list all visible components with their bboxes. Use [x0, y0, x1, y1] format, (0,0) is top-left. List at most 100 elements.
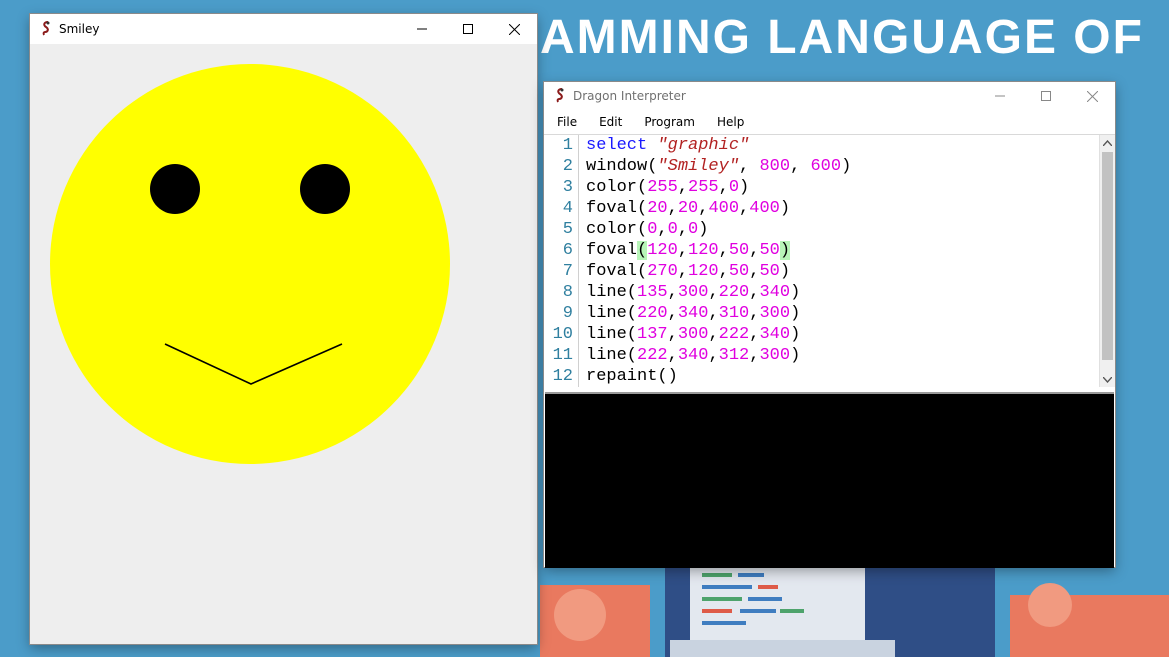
face-circle	[50, 64, 450, 464]
code-line: repaint()	[586, 366, 851, 387]
code-number: 120	[647, 241, 678, 260]
minimize-button[interactable]	[977, 82, 1023, 110]
code-number: 222	[637, 346, 668, 365]
line-number: 10	[552, 325, 573, 344]
code-number: 300	[759, 346, 791, 365]
menu-edit[interactable]: Edit	[586, 115, 631, 129]
close-icon	[1086, 90, 1098, 102]
code-number: 120	[688, 241, 719, 260]
code-number: 0	[647, 220, 658, 239]
line-number: 3	[562, 178, 573, 197]
code-number: 50	[759, 241, 780, 260]
code-line: foval(270,120,50,50)	[586, 262, 791, 281]
code-number: 400	[708, 199, 740, 218]
maximize-button[interactable]	[445, 14, 491, 44]
code-number: 50	[728, 262, 750, 281]
interpreter-titlebar[interactable]: Dragon Interpreter	[544, 82, 1115, 110]
smiley-window[interactable]: Smiley	[30, 14, 537, 644]
left-eye	[150, 164, 200, 214]
scrollbar-thumb[interactable]	[1102, 152, 1113, 360]
close-icon	[508, 23, 520, 35]
scroll-up-button[interactable]	[1100, 135, 1115, 150]
interpreter-window-title: Dragon Interpreter	[573, 89, 686, 103]
code-number: 135	[637, 283, 668, 302]
code-keyword: select	[586, 136, 648, 155]
minimize-button[interactable]	[399, 14, 445, 44]
editor-vertical-scrollbar[interactable]	[1099, 135, 1115, 387]
code-text-area[interactable]: select "graphic" window("Smiley", 800, 6…	[586, 135, 851, 387]
code-number: 312	[718, 346, 750, 365]
smiley-titlebar[interactable]: Smiley	[30, 14, 537, 44]
smiley-canvas	[30, 44, 537, 644]
line-number-gutter: 1 2 3 4 5 6 7 8 9 10 11 12	[544, 135, 579, 387]
code-number: 255	[688, 178, 719, 197]
line-number: 12	[552, 367, 573, 386]
minimize-icon	[995, 95, 1005, 97]
code-function: line(	[586, 346, 638, 365]
code-function: line(	[586, 283, 638, 302]
code-line: foval(20,20,400,400)	[586, 199, 791, 218]
chevron-down-icon	[1103, 376, 1112, 383]
background-laptop-illustration	[540, 565, 1169, 657]
code-function: line(	[586, 304, 638, 323]
code-number: 50	[759, 262, 780, 281]
code-function: window(	[586, 157, 658, 176]
right-eye	[300, 164, 350, 214]
code-function: color(	[586, 220, 648, 239]
scroll-down-button[interactable]	[1100, 372, 1115, 387]
code-line: color(0,0,0)	[586, 220, 709, 239]
code-punct: )	[841, 157, 852, 176]
menu-help[interactable]: Help	[704, 115, 753, 129]
code-number: 310	[718, 304, 750, 323]
code-number: 300	[759, 304, 791, 323]
code-number: 0	[667, 220, 678, 239]
smiley-window-title: Smiley	[59, 22, 100, 36]
code-number: 300	[677, 283, 709, 302]
maximize-icon	[1041, 91, 1051, 101]
maximize-button[interactable]	[1023, 82, 1069, 110]
code-editor[interactable]: 1 2 3 4 5 6 7 8 9 10 11 12 select "graph…	[544, 134, 1115, 387]
line-number: 11	[552, 346, 573, 365]
code-number: 137	[637, 325, 668, 344]
close-button[interactable]	[491, 14, 537, 44]
dragon-app-icon	[556, 88, 564, 103]
code-line: color(255,255,0)	[586, 178, 750, 197]
code-number: 600	[810, 157, 842, 176]
code-line: line(137,300,222,340)	[586, 325, 801, 344]
line-number: 4	[562, 199, 573, 218]
code-number: 20	[677, 199, 699, 218]
code-number: 0	[728, 178, 740, 197]
code-function: color(	[586, 178, 648, 197]
line-number: 1	[562, 136, 573, 155]
code-line: window("Smiley", 800, 600)	[586, 156, 851, 177]
line-number: 5	[562, 220, 573, 239]
code-number: 255	[647, 178, 678, 197]
background-banner-text: AMMING LANGUAGE OF	[540, 11, 1144, 64]
close-button[interactable]	[1069, 82, 1115, 110]
dragon-app-icon	[42, 21, 50, 36]
line-number: 7	[562, 262, 573, 281]
menu-bar: File Edit Program Help	[544, 110, 1115, 134]
code-number: 340	[759, 325, 791, 344]
code-punct: ,	[790, 157, 811, 176]
code-number: 220	[637, 304, 668, 323]
code-function: line(	[586, 325, 638, 344]
matched-bracket-open: (	[637, 241, 648, 260]
code-number: 270	[647, 262, 678, 281]
code-line: line(222,340,312,300)	[586, 346, 801, 365]
menu-program[interactable]: Program	[631, 115, 704, 129]
code-function: foval	[586, 241, 638, 260]
chevron-up-icon	[1103, 139, 1112, 146]
interpreter-window[interactable]: Dragon Interpreter File Edit Program Hel…	[544, 82, 1115, 568]
code-string: "Smiley"	[657, 157, 740, 176]
code-function: repaint()	[586, 367, 678, 386]
code-number: 20	[647, 199, 668, 218]
code-number: 400	[749, 199, 780, 218]
code-line: select "graphic"	[586, 135, 851, 156]
line-number: 8	[562, 283, 573, 302]
menu-file[interactable]: File	[544, 115, 586, 129]
code-number: 222	[718, 325, 750, 344]
line-number: 9	[562, 304, 573, 323]
output-console[interactable]	[545, 392, 1114, 568]
code-number: 120	[688, 262, 719, 281]
